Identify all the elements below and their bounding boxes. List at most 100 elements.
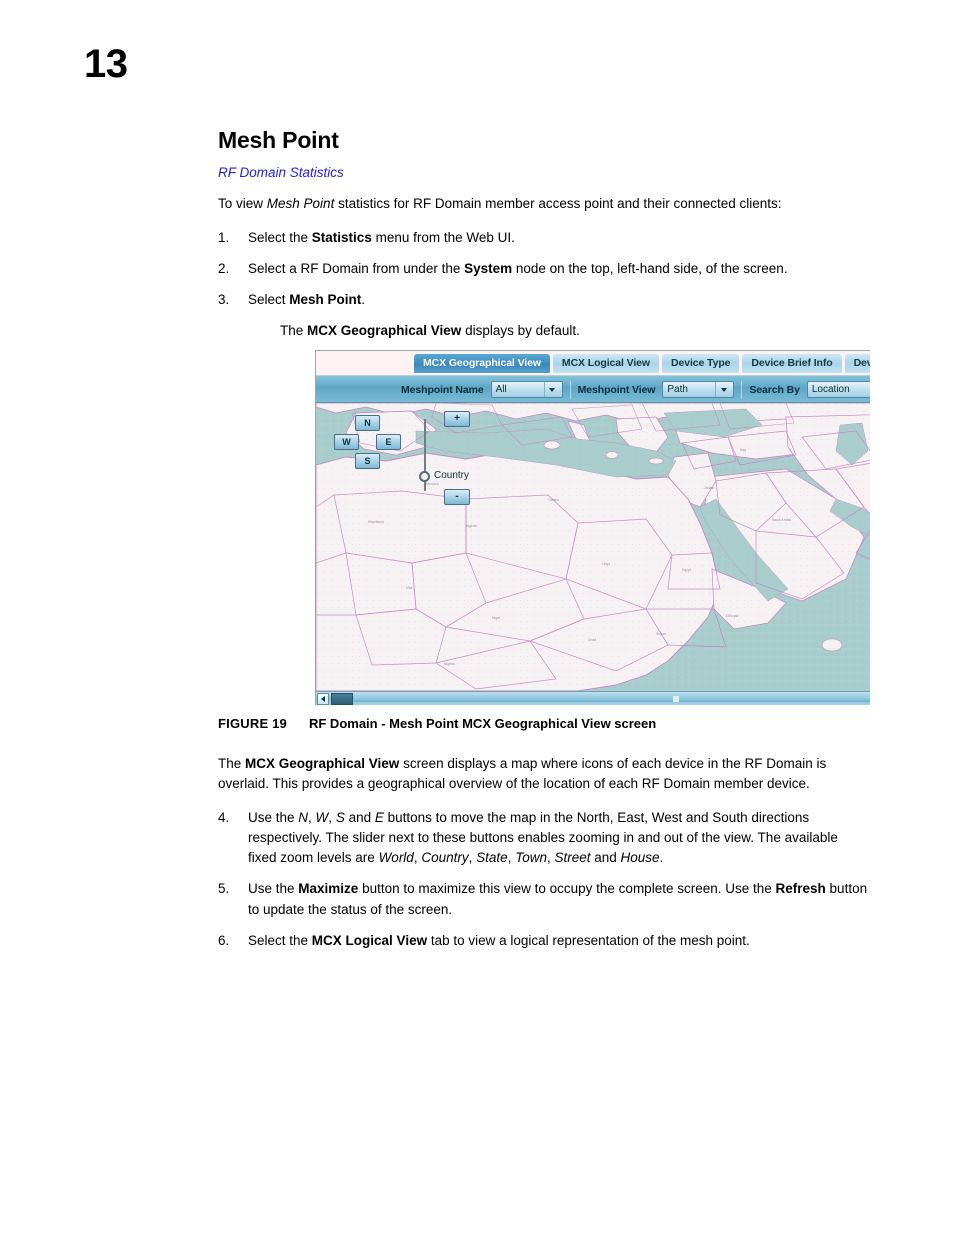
intro-paragraph: To view Mesh Point statistics for RF Dom… <box>218 194 870 214</box>
step-post: . <box>361 292 366 308</box>
sub-note-post: displays by default. <box>461 323 580 339</box>
svg-text:Jordan: Jordan <box>704 486 714 490</box>
paragraph-after-figure: The MCX Geographical View screen display… <box>218 754 870 795</box>
list-item: 1. Select the Statistics menu from the W… <box>218 228 870 248</box>
svg-text:Mali: Mali <box>406 586 412 590</box>
chevron-down-icon <box>715 382 731 397</box>
chapter-number: 13 <box>84 42 128 86</box>
list-body: Use the Maximize button to maximize this… <box>248 879 870 920</box>
scrollbar-track[interactable] <box>354 697 870 702</box>
figure-caption: FIGURE 19 RF Domain - Mesh Point MCX Geog… <box>218 716 656 731</box>
map-pan-compass[interactable]: N W E S <box>334 415 402 469</box>
pan-south-button[interactable]: S <box>355 453 380 469</box>
scrollbar-thumb[interactable] <box>331 693 353 705</box>
step-pre: Select the <box>248 932 312 948</box>
tab-device-brief-info[interactable]: Device Brief Info <box>742 354 842 373</box>
content-upper: Mesh Point RF Domain Statistics To view … <box>218 127 870 355</box>
step-pre: Select a RF Domain from under the <box>248 260 465 276</box>
list-number: 5. <box>218 881 230 897</box>
figure-label: FIGURE 19 <box>218 716 287 731</box>
step-post: tab to view a logical representation of … <box>427 932 750 948</box>
step-post: node on the top, left-hand side, of the … <box>512 260 788 276</box>
list-body: Use the N, W, S and E buttons to move th… <box>248 809 838 866</box>
search-by-value: Location <box>811 384 850 395</box>
application-screenshot: MCX Geographical View MCX Logical View D… <box>316 351 870 705</box>
zoom-in-button[interactable]: + <box>444 411 470 427</box>
tab-mcx-logical-view[interactable]: MCX Logical View <box>552 354 659 373</box>
intro-pre: To view <box>218 196 267 212</box>
pan-west-button[interactable]: W <box>334 434 359 450</box>
list-item: 4. Use the N, W, S and E buttons to move… <box>218 808 870 869</box>
svg-text:Nigeria: Nigeria <box>444 662 455 666</box>
figure-caption-text: RF Domain - Mesh Point MCX Geographical … <box>308 716 657 731</box>
search-by-select[interactable]: Location <box>806 381 870 398</box>
tab-strip: MCX Geographical View MCX Logical View D… <box>316 351 870 376</box>
svg-text:Ethiopia: Ethiopia <box>726 614 738 618</box>
scroll-left-arrow-icon[interactable] <box>317 693 329 705</box>
pan-east-button[interactable]: E <box>376 434 401 450</box>
list-item: 3. Select Mesh Point. <box>218 290 870 310</box>
step-strong: Statistics <box>311 229 372 245</box>
sub-note-pre: The <box>280 323 308 339</box>
list-body: Select the MCX Logical View tab to view … <box>248 931 870 951</box>
meshpoint-view-select[interactable]: Path <box>662 381 735 398</box>
horizontal-scrollbar[interactable] <box>316 691 870 705</box>
meshpoint-name-select[interactable]: All <box>490 381 563 398</box>
svg-text:Niger: Niger <box>492 616 501 620</box>
meshpoint-name-value: All <box>495 384 507 395</box>
pan-north-button[interactable]: N <box>355 415 380 431</box>
cross-reference-link[interactable]: RF Domain Statistics <box>218 165 870 180</box>
svg-text:Mauritania: Mauritania <box>368 520 384 524</box>
list-item: 6. Select the MCX Logical View tab to vi… <box>218 931 870 951</box>
svg-text:Iraq: Iraq <box>740 448 746 452</box>
para-strong: MCX Geographical View <box>245 756 400 771</box>
svg-text:Chad: Chad <box>588 638 596 642</box>
zoom-slider-handle[interactable] <box>419 471 430 482</box>
refresh-label: Refresh <box>775 881 826 897</box>
meshpoint-view-value: Path <box>667 384 688 395</box>
figure-image: MCX Geographical View MCX Logical View D… <box>315 350 870 705</box>
filter-bar: Meshpoint Name All Meshpoint View Path S… <box>316 376 870 403</box>
map-canvas[interactable]: Algeria Libya Egypt Mali Niger Chad Suda… <box>316 403 870 691</box>
svg-text:Libya: Libya <box>602 562 610 566</box>
list-number: 1. <box>218 229 230 245</box>
tabs-row: MCX Geographical View MCX Logical View D… <box>414 354 870 373</box>
chevron-down-icon <box>543 382 560 397</box>
list-number: 4. <box>218 809 230 825</box>
step-pre: Select <box>248 292 290 308</box>
list-number: 3. <box>218 292 230 308</box>
svg-text:Algeria: Algeria <box>466 524 477 528</box>
sub-note: The MCX Geographical View displays by de… <box>280 321 870 341</box>
tab-device-type[interactable]: Device Type <box>661 354 740 373</box>
maximize-label: Maximize <box>298 881 359 897</box>
list-body: Select Mesh Point. <box>248 290 870 310</box>
zoom-level-label: Country <box>434 470 470 481</box>
para-pre: The <box>218 756 246 771</box>
zoom-out-button[interactable]: - <box>444 489 470 505</box>
page-title: Mesh Point <box>218 127 339 153</box>
meshpoint-name-label: Meshpoint Name <box>401 383 484 396</box>
divider <box>741 380 743 399</box>
svg-text:Tunisia: Tunisia <box>548 498 559 502</box>
step-strong: MCX Logical View <box>311 932 428 948</box>
step-post: menu from the Web UI. <box>371 229 515 245</box>
list-body: Select a RF Domain from under the System… <box>248 259 870 279</box>
map-zoom-control[interactable]: + Country - <box>416 411 476 511</box>
scrollbar-tick <box>673 696 679 702</box>
intro-post: statistics for RF Domain member access p… <box>334 196 782 212</box>
divider <box>569 380 571 399</box>
svg-text:Egypt: Egypt <box>682 568 691 572</box>
tab-device-data[interactable]: Device Da <box>844 354 870 373</box>
meshpoint-view-label: Meshpoint View <box>577 383 656 396</box>
tab-mcx-geographical-view[interactable]: MCX Geographical View <box>414 354 550 373</box>
filter-controls: Meshpoint Name All Meshpoint View Path S… <box>401 376 870 403</box>
list-number: 6. <box>218 932 230 948</box>
step-pre: Use the <box>248 881 299 897</box>
content-lower: The MCX Geographical View screen display… <box>218 754 870 962</box>
step-strong: Mesh Point <box>289 292 362 308</box>
step-strong: System <box>464 260 513 276</box>
sub-note-strong: MCX Geographical View <box>307 323 462 339</box>
step-pre: Select the <box>248 229 312 245</box>
list-number: 2. <box>218 260 230 276</box>
svg-text:Saudi Arabia: Saudi Arabia <box>772 518 791 522</box>
